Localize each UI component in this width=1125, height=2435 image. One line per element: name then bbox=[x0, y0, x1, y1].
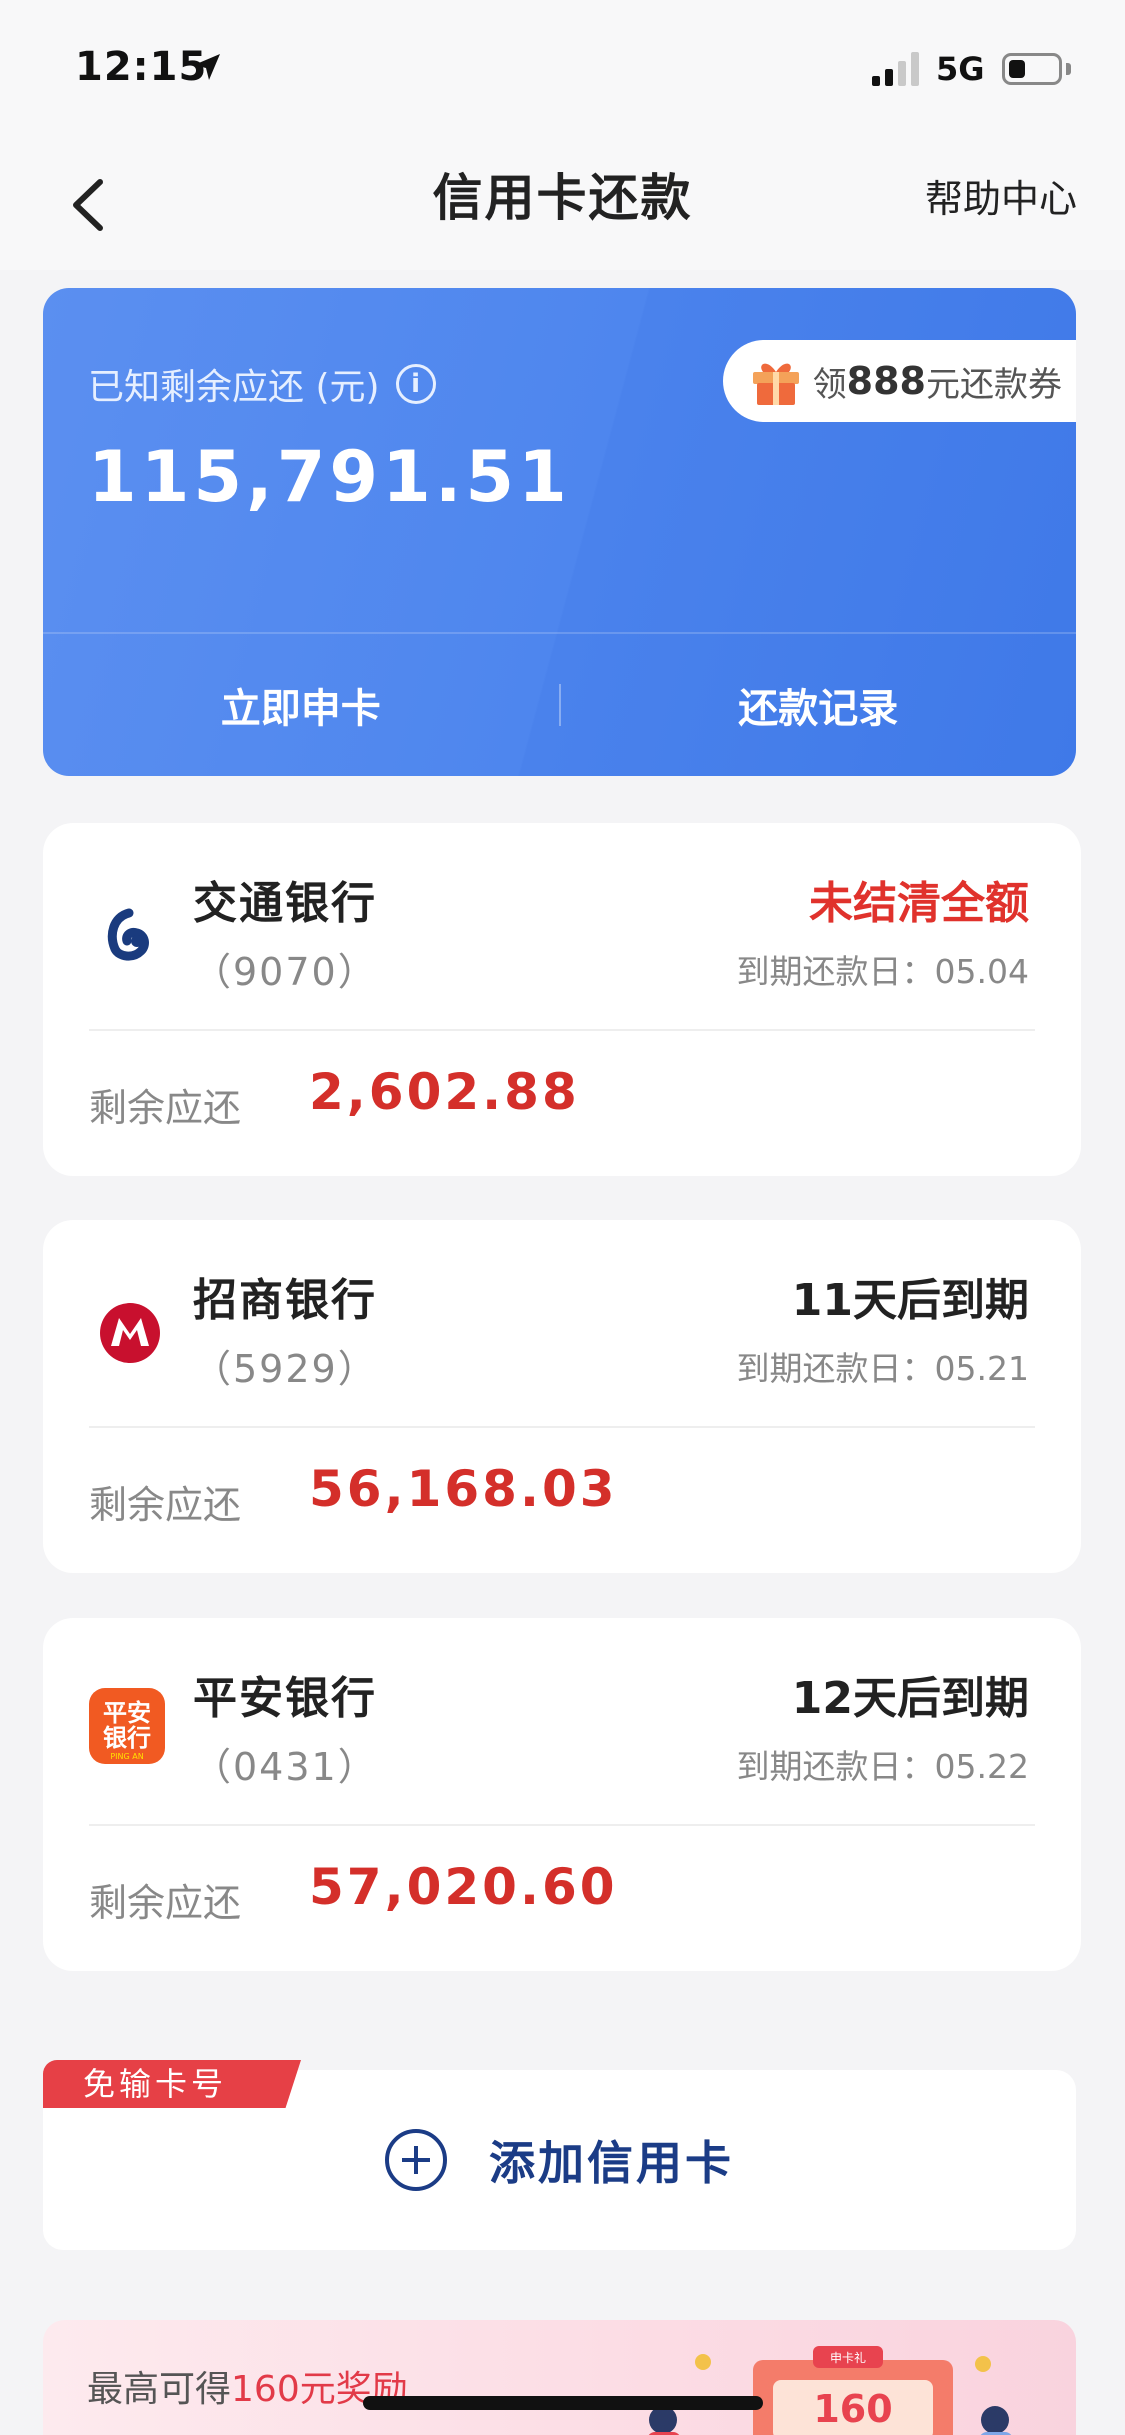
card-divider bbox=[89, 1426, 1035, 1428]
promo-banner[interactable]: 最高可得160元奖励 申卡礼 160 bbox=[43, 2320, 1076, 2435]
due-date: 到期还款日：05.21 bbox=[736, 1349, 1029, 1388]
total-remaining-amount: 115,791.51 bbox=[88, 436, 571, 518]
bank-name: 招商银行 bbox=[193, 1275, 377, 1326]
coupon-amount: 888 bbox=[846, 359, 926, 403]
battery-tip bbox=[1066, 63, 1071, 75]
remaining-label: 剩余应还 bbox=[89, 1483, 242, 1527]
summary-actions: 立即申卡 还款记录 bbox=[43, 634, 1076, 776]
credit-card-item-cmb[interactable]: 招商银行 （5929） 11天后到期 到期还款日：05.21 剩余应还 56,1… bbox=[43, 1220, 1081, 1573]
credit-card-item-bocom[interactable]: 交通银行 （9070） 未结清全额 到期还款日：05.04 剩余应还 2,602… bbox=[43, 823, 1081, 1176]
add-card-label: 添加信用卡 bbox=[489, 2136, 734, 2190]
cmb-logo-icon bbox=[100, 1303, 160, 1363]
home-indicator bbox=[363, 2396, 763, 2410]
due-date: 到期还款日：05.22 bbox=[736, 1747, 1029, 1786]
coupon-suffix: 元还款券 bbox=[926, 364, 1062, 405]
coupon-prefix: 领 bbox=[812, 364, 847, 405]
remaining-amount: 56,168.03 bbox=[309, 1460, 618, 1518]
status-bar: 12:15 5G bbox=[0, 0, 1125, 140]
pingan-logo-icon: 平安 银行 PING AN bbox=[89, 1688, 165, 1764]
promo-badge-amount: 160 bbox=[813, 2387, 892, 2431]
coupon-button[interactable]: 领 888 元还款券 bbox=[722, 340, 1076, 422]
credit-card-item-pingan[interactable]: 平安 银行 PING AN 平安银行 （0431） 12天后到期 到期还款日：0… bbox=[43, 1618, 1081, 1971]
due-date: 到期还款日：05.04 bbox=[736, 952, 1029, 991]
repayment-summary-card: 已知剩余应还 (元) i 115,791.51 领 888 元还款券 立即申卡 … bbox=[43, 288, 1076, 776]
remaining-amount: 57,020.60 bbox=[309, 1858, 618, 1916]
card-tail-number: （0431） bbox=[193, 1745, 378, 1789]
payment-status: 未结清全额 bbox=[809, 878, 1029, 929]
pingan-logo-line2: 银行 bbox=[103, 1724, 151, 1752]
promo-illustration: 申卡礼 160 bbox=[648, 2346, 1012, 2435]
signal-icon bbox=[872, 52, 919, 86]
promo-title-prefix: 最高可得 bbox=[87, 2369, 232, 2410]
remaining-label: 剩余应还 bbox=[89, 1086, 242, 1130]
summary-label-row: 已知剩余应还 (元) i bbox=[88, 358, 436, 410]
info-icon[interactable]: i bbox=[395, 364, 436, 404]
nav-bar: 信用卡还款 帮助中心 bbox=[0, 140, 1125, 270]
location-arrow-icon bbox=[194, 54, 220, 80]
bank-name: 交通银行 bbox=[193, 878, 377, 929]
card-tail-number: （5929） bbox=[193, 1347, 378, 1391]
no-card-number-badge: 免输卡号 bbox=[43, 2060, 301, 2108]
remaining-label: 剩余应还 bbox=[89, 1881, 242, 1925]
summary-label: 已知剩余应还 (元) bbox=[88, 367, 380, 408]
promo-badge-tag: 申卡礼 bbox=[830, 2350, 866, 2365]
promo-subtitle-partial bbox=[87, 2416, 101, 2435]
card-divider bbox=[89, 1824, 1035, 1826]
gift-icon bbox=[752, 363, 799, 405]
pingan-logo-line1: 平安 bbox=[103, 1699, 151, 1727]
card-tail-number: （9070） bbox=[193, 950, 378, 994]
remaining-amount: 2,602.88 bbox=[309, 1063, 580, 1121]
status-time: 12:15 bbox=[75, 44, 208, 90]
card-divider bbox=[89, 1029, 1035, 1031]
network-type: 5G bbox=[936, 50, 985, 88]
bocom-logo-icon bbox=[107, 908, 149, 961]
repayment-history-button[interactable]: 还款记录 bbox=[561, 676, 1077, 734]
bank-name: 平安银行 bbox=[193, 1673, 377, 1724]
help-center-link[interactable]: 帮助中心 bbox=[925, 168, 1077, 223]
add-circle-icon bbox=[385, 2129, 447, 2191]
promo-title: 最高可得160元奖励 bbox=[87, 2360, 408, 2412]
battery-icon bbox=[1002, 53, 1062, 85]
pingan-logo-line3: PING AN bbox=[110, 1752, 143, 1761]
payment-status: 11天后到期 bbox=[791, 1275, 1029, 1326]
payment-status: 12天后到期 bbox=[791, 1673, 1029, 1724]
apply-card-button[interactable]: 立即申卡 bbox=[43, 676, 559, 734]
